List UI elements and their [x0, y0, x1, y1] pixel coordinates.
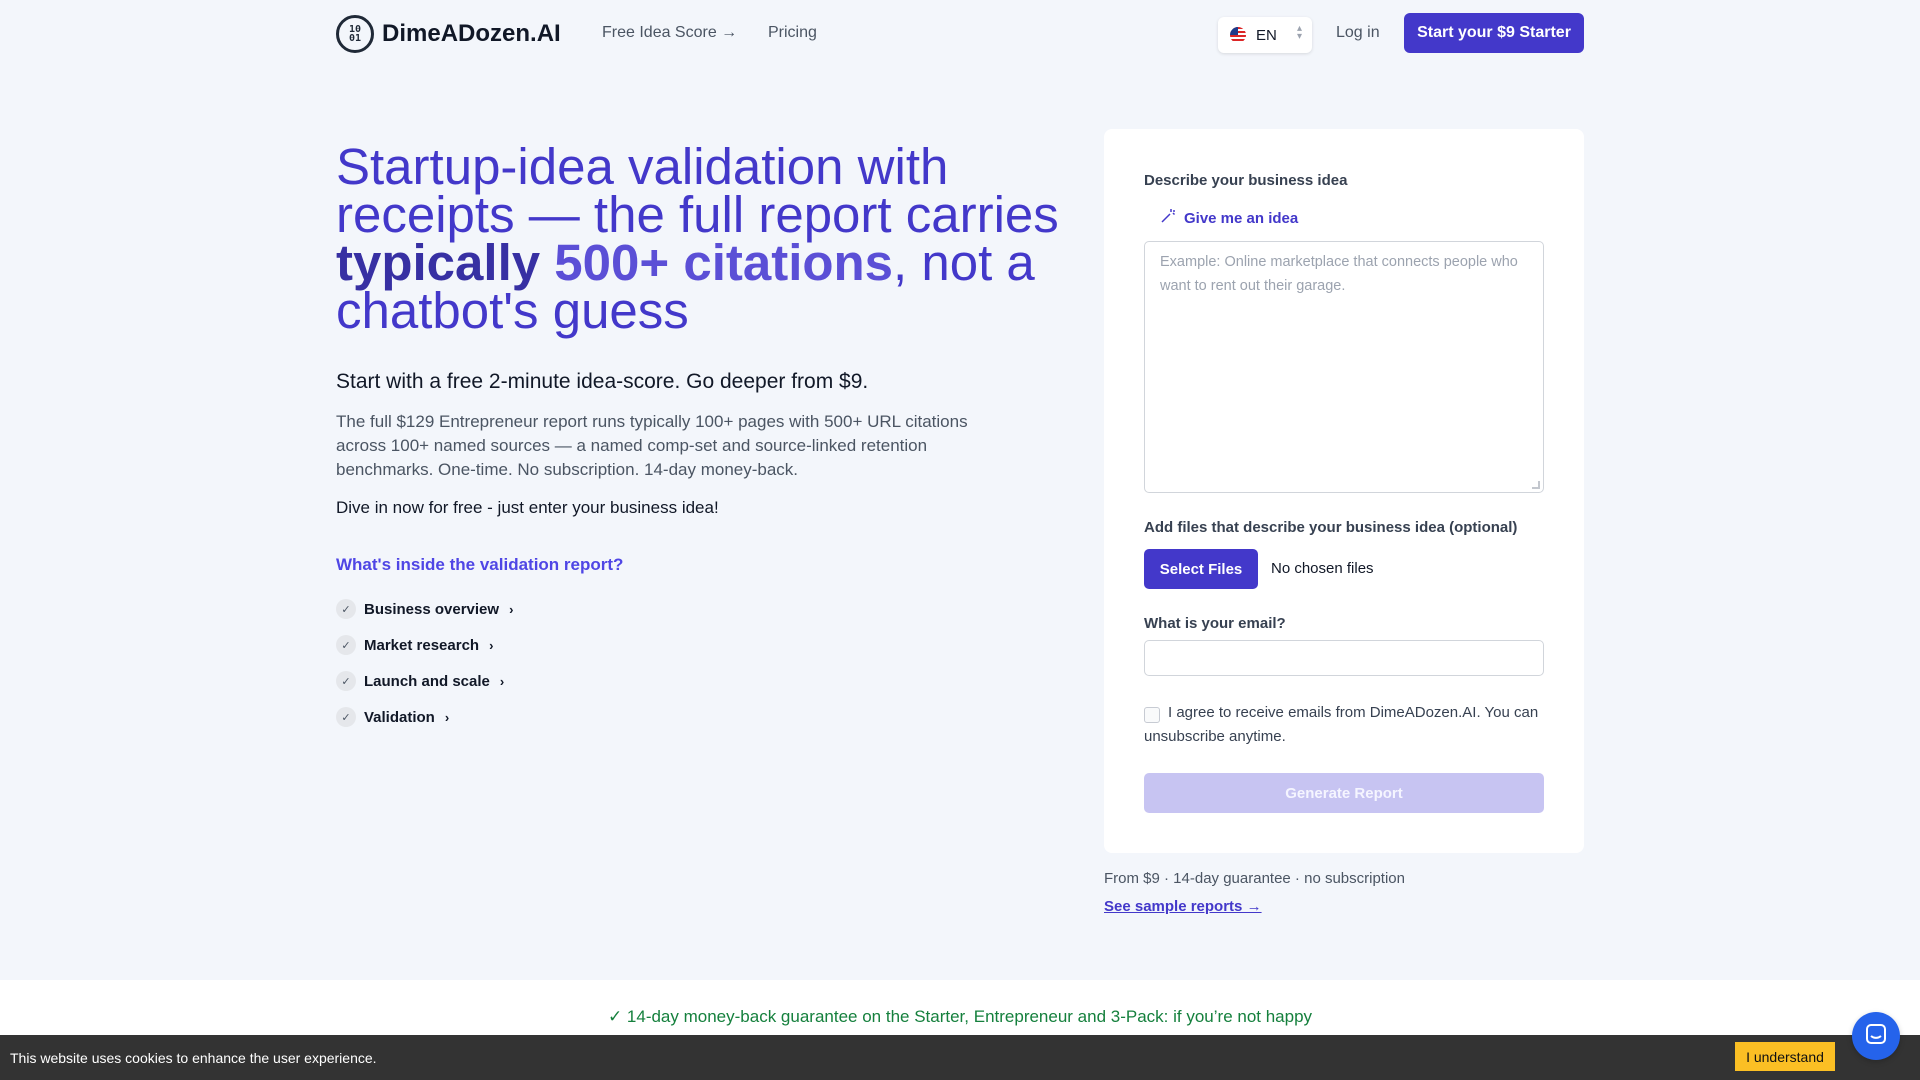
- email-input[interactable]: [1144, 640, 1544, 676]
- hero-title-part1: Startup-idea validation with receipts — …: [336, 138, 1059, 243]
- report-item-label: Launch and scale: [364, 672, 490, 690]
- check-icon: ✓: [336, 707, 356, 727]
- cookie-text: This website uses cookies to enhance the…: [10, 1049, 377, 1066]
- brand-name: DimeADozen.AI: [382, 20, 561, 47]
- select-files-button[interactable]: Select Files: [1144, 549, 1258, 589]
- chat-icon: [1864, 1022, 1888, 1051]
- chevron-right-icon: ›: [499, 673, 505, 689]
- hero-title: Startup-idea validation with receipts — …: [336, 141, 1096, 336]
- give-idea-label: Give me an idea: [1184, 210, 1299, 227]
- magic-wand-icon: [1160, 208, 1176, 229]
- report-item-label: Validation: [364, 708, 435, 726]
- idea-textarea[interactable]: Example: Online marketplace that connect…: [1144, 241, 1544, 493]
- check-icon: ✓: [336, 671, 356, 691]
- login-link[interactable]: Log in: [1336, 24, 1380, 42]
- brand-logo[interactable]: 10 01 DimeADozen.AI: [336, 15, 561, 53]
- consent-checkbox[interactable]: [1144, 707, 1160, 723]
- site-header: 10 01 DimeADozen.AI Free Idea Score → Pri…: [0, 0, 1920, 68]
- language-code: EN: [1256, 26, 1277, 44]
- nav-free-idea-score[interactable]: Free Idea Score →: [602, 24, 737, 42]
- report-item-business-overview[interactable]: ✓ Business overview ›: [336, 591, 513, 627]
- report-item-market-research[interactable]: ✓ Market research ›: [336, 627, 513, 663]
- hero-dive-text: Dive in now for free - just enter your b…: [336, 498, 719, 517]
- chevron-right-icon: ›: [489, 637, 494, 653]
- idea-placeholder: Example: Online marketplace that connect…: [1160, 254, 1518, 294]
- chat-launcher-button[interactable]: [1852, 1012, 1900, 1060]
- cookie-banner: This website uses cookies to enhance the…: [0, 1035, 1920, 1080]
- chevron-right-icon: ›: [509, 601, 514, 617]
- report-item-launch-and-scale[interactable]: ✓ Launch and scale ›: [336, 663, 513, 699]
- us-flag-icon: [1230, 27, 1246, 43]
- no-files-text: No chosen files: [1271, 560, 1374, 577]
- resize-handle-icon[interactable]: [1532, 481, 1540, 489]
- guarantee-text: ✓ 14-day money-back guarantee on the Sta…: [607, 1007, 1313, 1026]
- check-icon: ✓: [336, 635, 356, 655]
- nav-pricing[interactable]: Pricing: [768, 24, 817, 42]
- cookie-accept-button[interactable]: I understand: [1735, 1042, 1835, 1071]
- chevron-right-icon: ›: [444, 709, 450, 725]
- generate-report-button[interactable]: Generate Report: [1144, 773, 1544, 813]
- report-contents-title: What's inside the validation report?: [336, 555, 624, 574]
- email-label: What is your email?: [1144, 615, 1286, 632]
- idea-label: Describe your business idea: [1144, 172, 1348, 189]
- report-item-label: Market research: [364, 636, 480, 654]
- hero-description: The full $129 Entrepreneur report runs t…: [336, 412, 968, 479]
- report-item-validation[interactable]: ✓ Validation ›: [336, 699, 513, 735]
- check-icon: ✓: [336, 599, 356, 619]
- consent-text: I agree to receive emails from DimeADoze…: [1144, 704, 1539, 745]
- give-me-an-idea-button[interactable]: Give me an idea: [1160, 208, 1298, 229]
- idea-form-card: Describe your business idea Give me an i…: [1104, 129, 1584, 853]
- hero-subtitle: Start with a free 2-minute idea-score. G…: [336, 370, 869, 393]
- start-starter-button[interactable]: Start your $9 Starter: [1404, 13, 1584, 53]
- pricing-note: From $9 · 14-day guarantee · no subscrip…: [1104, 870, 1405, 887]
- language-selector[interactable]: EN ▴ ▾: [1218, 17, 1312, 53]
- logo-icon: 10 01: [336, 15, 374, 53]
- sample-reports-link[interactable]: See sample reports →: [1104, 898, 1262, 915]
- chevron-up-down-icon: ▴ ▾: [1296, 23, 1302, 42]
- report-contents-list: ✓ Business overview › ✓ Market research …: [336, 591, 513, 735]
- files-label: Add files that describe your business id…: [1144, 519, 1518, 536]
- report-item-label: Business overview: [364, 600, 500, 618]
